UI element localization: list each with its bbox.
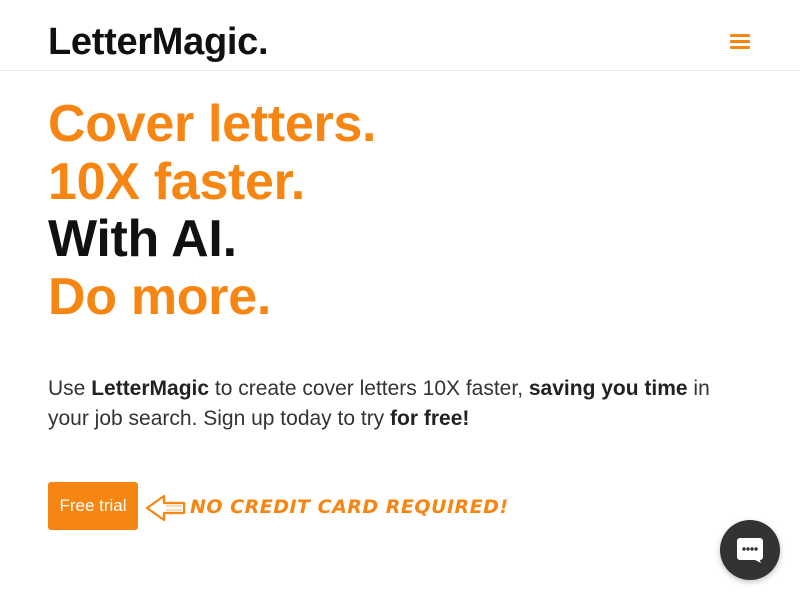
hero-line-3: With AI. [48,210,237,268]
menu-button[interactable] [722,26,758,56]
intro-highlight: saving you time [528,377,688,400]
hero-headline: Cover letters. 10X faster. With AI. Do m… [48,95,748,326]
hero-line-1: Cover letters. [48,95,377,153]
logo[interactable]: LetterMagic. [48,18,269,66]
hero-line-4: Do more. [48,267,271,326]
intro-text: to create cover letters 10X faster, [209,377,529,400]
hero-line-2: 10X faster. [48,152,305,211]
intro-text: Use [48,377,92,400]
intro-highlight: for free! [390,407,470,430]
no-credit-card-note: NO CREDIT CARD REQUIRED! [190,496,509,518]
hamburger-menu-icon-bar [730,40,750,43]
site-header: LetterMagic. [0,0,800,71]
intro-paragraph: Use LetterMagic to create cover letters … [48,374,738,434]
hamburger-menu-icon-bar [730,46,750,49]
free-trial-button[interactable]: Free trial [48,482,138,530]
intro-brand: LetterMagic [91,377,210,400]
hamburger-menu-icon [730,34,750,37]
chat-launcher-button[interactable] [720,520,780,580]
left-arrow-icon [145,494,186,522]
chat-bubble-icon [737,538,763,563]
